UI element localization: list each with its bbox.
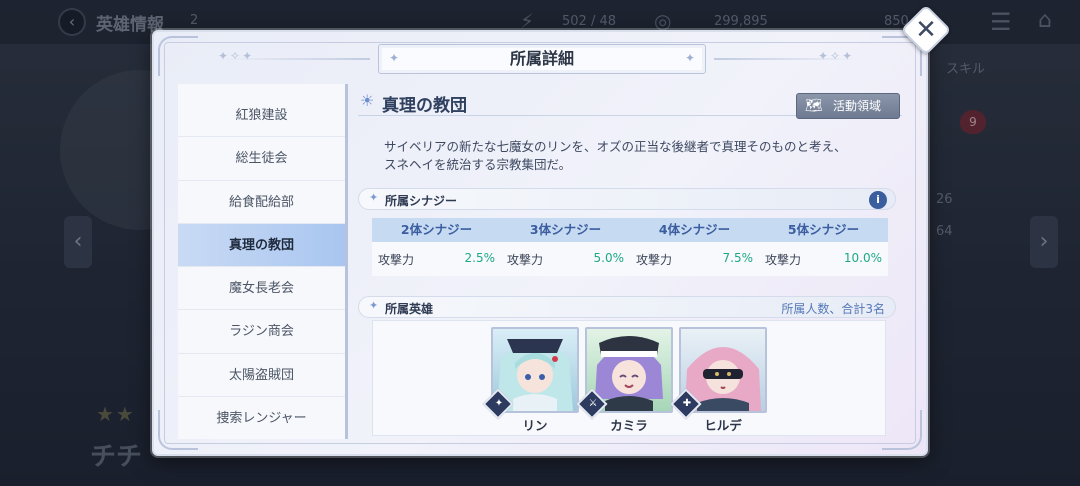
sparkle-icon: ✦ [389, 51, 400, 65]
map-pin-icon: 🗺 [805, 98, 823, 114]
cross-class-icon: ✚ [682, 398, 692, 409]
sidebar-item-label: 真理の教団 [228, 237, 294, 253]
synergy-stat-name: 攻撃力 [636, 253, 673, 267]
sparkle-icon: ✦ [684, 51, 695, 65]
synergy-tier: 4体シナジー 攻撃力 7.5% [630, 218, 759, 278]
synergy-tier-body: 攻撃力 2.5% [372, 242, 501, 276]
activity-area-button[interactable]: 🗺 活動領域 [796, 93, 900, 119]
heroes-count: 所属人数、合計3名 [781, 302, 885, 316]
sidebar-item-label: 魔女長老会 [228, 281, 294, 297]
modal-title-plate: ✦ 所属詳細 ✦ [378, 44, 706, 74]
synergy-tier-body: 攻撃力 5.0% [501, 242, 630, 276]
synergy-tier-header: 2体シナジー [372, 218, 501, 242]
staff-class-icon: ✦ [494, 398, 504, 409]
synergy-section-header: ✦ 所属シナジー i [358, 188, 896, 210]
heroes-list: ✦ リン ⚔ カミラ ✚ ヒルデ [372, 320, 886, 436]
faction-detail-panel: ☀ 真理の教団 🗺 活動領域 サイベリアの新たな七魔女のリンを、オズの正当な後継… [354, 84, 902, 439]
sword-class-icon: ⚔ [588, 398, 598, 409]
sidebar-item-benrou[interactable]: 紅狼建設 [178, 94, 345, 138]
sidebar-item-razin-company[interactable]: ラジン商会 [178, 310, 345, 354]
sidebar-item-witch-elders[interactable]: 魔女長老会 [178, 267, 345, 311]
frame-corner-ornament [158, 36, 198, 76]
synergy-tier-header: 3体シナジー [501, 218, 630, 242]
faction-description: サイベリアの新たな七魔女のリンを、オズの正当な後継者で真理そのものと考え、 スネ… [384, 138, 884, 174]
synergy-tier: 2体シナジー 攻撃力 2.5% [372, 218, 501, 278]
synergy-table: 2体シナジー 攻撃力 2.5% 3体シナジー 攻撃力 5.0% 4体シナジー 攻… [372, 218, 888, 278]
sidebar-item-student-council[interactable]: 総生徒会 [178, 137, 345, 181]
sidebar-item-label: 太陽盗賊団 [228, 367, 294, 383]
synergy-stat-value: 10.0% [843, 251, 882, 265]
hero-name: カミラ [610, 418, 648, 433]
synergy-section-label: 所属シナジー [385, 194, 458, 208]
hero-card-camilla[interactable]: ⚔ カミラ [576, 327, 673, 435]
sidebar-item-food-service[interactable]: 給食配給部 [178, 181, 345, 224]
affiliation-detail-modal: ✦✧✦ ✦✧✦ ✦ 所属詳細 ✦ 紅狼建設 総生徒会 給食配給部 真理の教団 魔… [152, 30, 928, 456]
synergy-tier-header: 5体シナジー [759, 218, 888, 242]
synergy-stat-name: 攻撃力 [378, 253, 415, 267]
sidebar-item-label: 総生徒会 [235, 151, 288, 167]
hero-name: リン [522, 418, 548, 433]
synergy-tier: 5体シナジー 攻撃力 10.0% [759, 218, 888, 278]
hero-card-rin[interactable]: ✦ リン [482, 327, 579, 435]
sparkle-icon: ✦ [369, 191, 379, 204]
description-line: サイベリアの新たな七魔女のリンを、オズの正当な後継者で真理そのものと考え、 [384, 139, 847, 154]
synergy-stat-value: 7.5% [722, 251, 754, 265]
sidebar-item-label: 捜索レンジャー [216, 411, 307, 427]
activity-area-label: 活動領域 [833, 99, 882, 113]
sparkle-ornament-icon: ✦✧✦ [818, 49, 855, 63]
sidebar-item-sun-bandits[interactable]: 太陽盗賊団 [178, 354, 345, 398]
faction-name: 真理の教団 [382, 96, 467, 116]
modal-title: 所属詳細 [509, 49, 574, 68]
heroes-section-header: ✦ 所属英雄 所属人数、合計3名 [358, 296, 896, 318]
synergy-stat-name: 攻撃力 [765, 253, 802, 267]
sparkle-icon: ✦ [369, 299, 379, 312]
sidebar-item-label: 給食配給部 [228, 194, 294, 210]
synergy-tier-header: 4体シナジー [630, 218, 759, 242]
sun-emblem-icon: ☀ [360, 91, 375, 110]
faction-sidebar: 紅狼建設 総生徒会 給食配給部 真理の教団 魔女長老会 ラジン商会 太陽盗賊団 … [178, 84, 348, 439]
synergy-tier-body: 攻撃力 7.5% [630, 242, 759, 276]
description-line: スネヘイを統治する宗教集団だ。 [384, 157, 572, 172]
sidebar-item-label: 紅狼建設 [235, 108, 288, 123]
sidebar-item-truth-cult[interactable]: 真理の教団 [178, 223, 345, 268]
hero-name: ヒルデ [704, 418, 742, 433]
sidebar-item-search-rangers[interactable]: 捜索レンジャー [178, 397, 345, 439]
synergy-stat-name: 攻撃力 [507, 253, 544, 267]
synergy-tier: 3体シナジー 攻撃力 5.0% [501, 218, 630, 278]
heroes-section-label: 所属英雄 [385, 302, 434, 316]
sparkle-ornament-icon: ✦✧✦ [218, 49, 255, 63]
faction-header: ☀ 真理の教団 🗺 活動領域 [358, 90, 902, 119]
synergy-stat-value: 5.0% [593, 251, 625, 265]
synergy-stat-value: 2.5% [464, 251, 496, 265]
hero-card-hilde[interactable]: ✚ ヒルデ [670, 327, 767, 435]
info-icon[interactable]: i [869, 191, 887, 209]
synergy-tier-body: 攻撃力 10.0% [759, 242, 888, 276]
close-icon[interactable]: ✕ [908, 12, 944, 48]
sidebar-item-label: ラジン商会 [229, 324, 294, 340]
